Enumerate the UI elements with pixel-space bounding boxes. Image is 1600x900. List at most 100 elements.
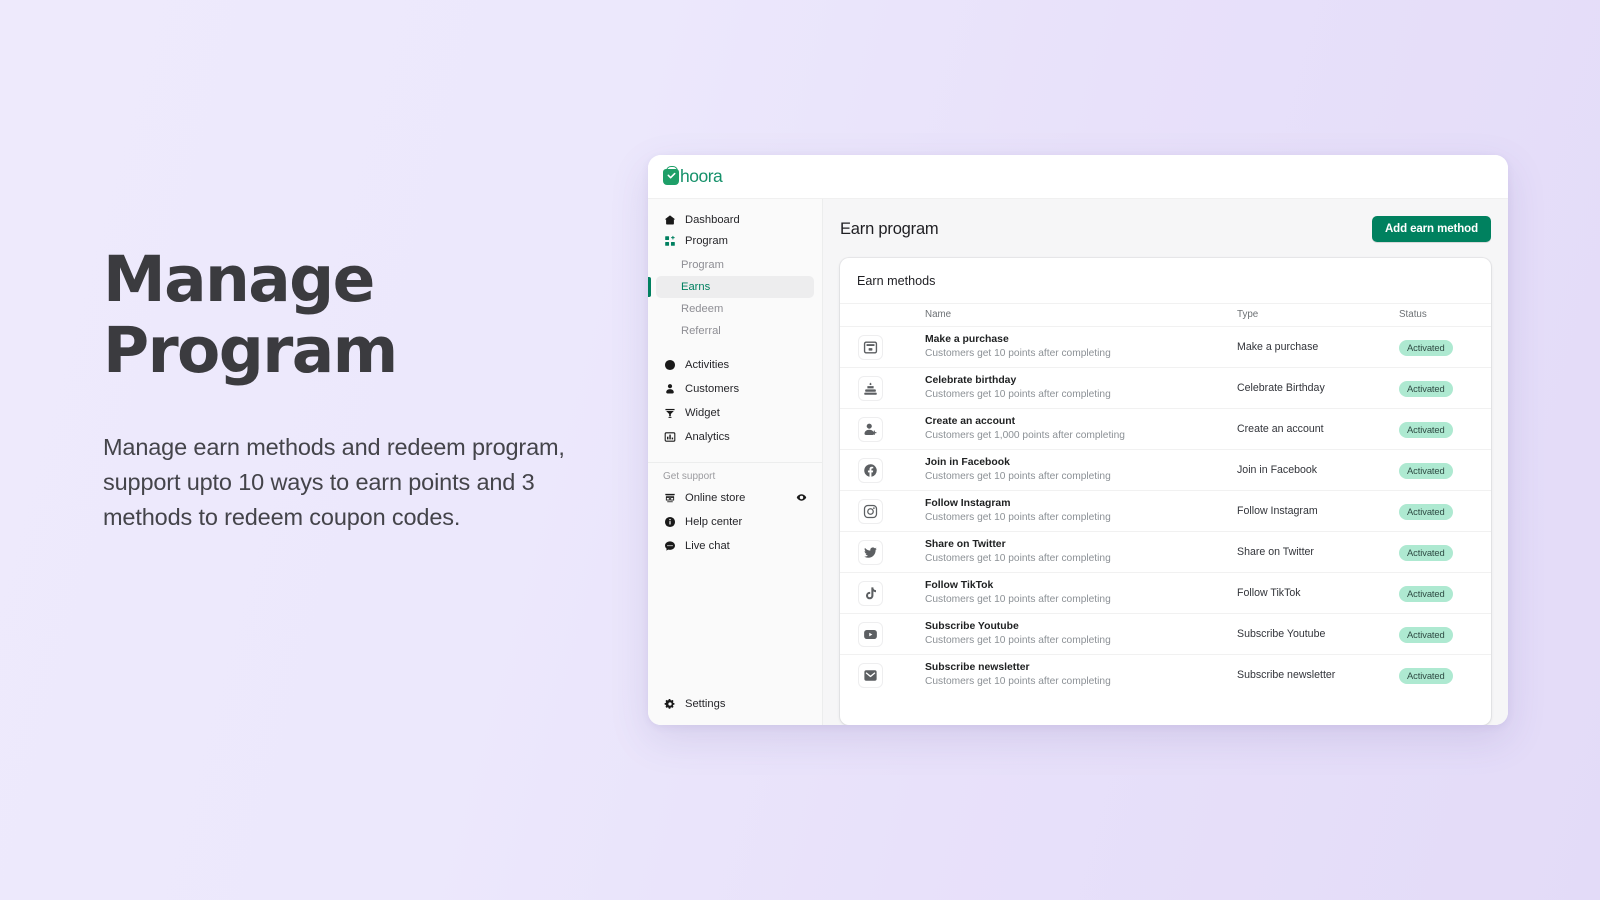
row-description: Customers get 10 points after completing	[925, 552, 1237, 566]
sidebar-subitem-label: Redeem	[681, 303, 723, 315]
row-type-cell: Follow Instagram	[1237, 491, 1399, 532]
sidebar-item-label: Help center	[685, 516, 742, 528]
row-type-cell: Celebrate Birthday	[1237, 368, 1399, 409]
row-type-cell: Create an account	[1237, 409, 1399, 450]
row-status-cell: Activated	[1399, 532, 1491, 573]
row-icon-cell	[840, 573, 925, 614]
widget-icon	[663, 406, 676, 419]
account-icon	[858, 417, 883, 442]
sidebar-subitem-label: Referral	[681, 325, 721, 337]
row-description: Customers get 10 points after completing	[925, 593, 1237, 607]
sidebar-item-label: Live chat	[685, 540, 730, 552]
column-header-icon	[840, 304, 925, 327]
row-description: Customers get 10 points after completing	[925, 675, 1237, 689]
brand-logo[interactable]: hoora	[663, 166, 722, 187]
row-type: Follow Instagram	[1237, 505, 1399, 517]
sidebar-subitem-earns[interactable]: Earns	[656, 276, 814, 298]
row-name: Create an account	[925, 415, 1237, 429]
promo-description: Manage earn methods and redeem program, …	[103, 430, 608, 534]
row-name-cell: Make a purchaseCustomers get 10 points a…	[925, 327, 1237, 368]
info-icon	[663, 515, 676, 528]
sidebar-item-dashboard[interactable]: Dashboard	[656, 209, 814, 230]
sidebar-item-program[interactable]: Program	[656, 230, 814, 251]
sidebar-subitem-program[interactable]: Program	[656, 254, 814, 276]
row-description: Customers get 10 points after completing	[925, 470, 1237, 484]
table-row[interactable]: Follow TikTokCustomers get 10 points aft…	[840, 573, 1491, 614]
row-status-cell: Activated	[1399, 491, 1491, 532]
table-header-row: Name Type Status	[840, 304, 1491, 327]
table-row[interactable]: Create an accountCustomers get 1,000 poi…	[840, 409, 1491, 450]
table-row[interactable]: Make a purchaseCustomers get 10 points a…	[840, 327, 1491, 368]
sidebar-item-widget[interactable]: Widget	[656, 402, 814, 423]
column-header-name: Name	[925, 304, 1237, 327]
row-name: Follow TikTok	[925, 579, 1237, 593]
sidebar-subitem-redeem[interactable]: Redeem	[656, 298, 814, 320]
row-type: Share on Twitter	[1237, 546, 1399, 558]
sidebar-support-group: Online store Help center Live chat	[648, 487, 822, 562]
row-name-cell: Share on TwitterCustomers get 10 points …	[925, 532, 1237, 573]
newsletter-icon	[858, 663, 883, 688]
row-status-cell: Activated	[1399, 655, 1491, 696]
table-row[interactable]: Follow InstagramCustomers get 10 points …	[840, 491, 1491, 532]
row-name-cell: Follow InstagramCustomers get 10 points …	[925, 491, 1237, 532]
main-header: Earn program Add earn method	[840, 199, 1491, 258]
table-row[interactable]: Celebrate birthdayCustomers get 10 point…	[840, 368, 1491, 409]
sidebar-item-help-center[interactable]: Help center	[656, 511, 814, 532]
row-type: Subscribe newsletter	[1237, 669, 1399, 681]
sidebar-item-live-chat[interactable]: Live chat	[656, 535, 814, 556]
row-status-cell: Activated	[1399, 614, 1491, 655]
table-row[interactable]: Join in FacebookCustomers get 10 points …	[840, 450, 1491, 491]
main-content: Earn program Add earn method Earn method…	[823, 199, 1508, 725]
column-header-status: Status	[1399, 304, 1491, 327]
row-icon-cell	[840, 409, 925, 450]
earn-methods-table: Name Type Status Make a purchaseCustomer…	[840, 303, 1491, 696]
row-status-cell: Activated	[1399, 573, 1491, 614]
sidebar-support-label: Get support	[648, 471, 822, 482]
row-name-cell: Join in FacebookCustomers get 10 points …	[925, 450, 1237, 491]
sidebar-subitem-referral[interactable]: Referral	[656, 320, 814, 342]
row-icon-cell	[840, 327, 925, 368]
sidebar-item-label: Widget	[685, 407, 720, 419]
sidebar-item-online-store[interactable]: Online store	[656, 487, 814, 508]
add-earn-method-button[interactable]: Add earn method	[1372, 216, 1491, 242]
row-name-cell: Create an accountCustomers get 1,000 poi…	[925, 409, 1237, 450]
grid-plus-icon	[663, 234, 676, 247]
table-row[interactable]: Share on TwitterCustomers get 10 points …	[840, 532, 1491, 573]
earn-methods-card: Earn methods Name Type Status Make a pur…	[840, 258, 1491, 725]
status-badge: Activated	[1399, 381, 1453, 398]
row-icon-cell	[840, 614, 925, 655]
hoora-bag-check-icon	[663, 169, 679, 185]
gear-icon	[663, 697, 676, 710]
row-name: Make a purchase	[925, 333, 1237, 347]
row-name-cell: Follow TikTokCustomers get 10 points aft…	[925, 573, 1237, 614]
sidebar: Dashboard Program Program Earns Redeem	[648, 199, 823, 725]
row-name-cell: Subscribe YoutubeCustomers get 10 points…	[925, 614, 1237, 655]
sidebar-item-label: Customers	[685, 383, 739, 395]
purchase-icon	[858, 335, 883, 360]
row-type: Create an account	[1237, 423, 1399, 435]
table-body: Make a purchaseCustomers get 10 points a…	[840, 327, 1491, 696]
sidebar-subitem-label: Earns	[681, 281, 710, 293]
table-row[interactable]: Subscribe YoutubeCustomers get 10 points…	[840, 614, 1491, 655]
store-icon	[663, 491, 676, 504]
table-head: Name Type Status	[840, 304, 1491, 327]
row-description: Customers get 10 points after completing	[925, 347, 1237, 361]
row-type-cell: Subscribe newsletter	[1237, 655, 1399, 696]
app-topbar: hoora	[648, 155, 1508, 199]
sidebar-item-customers[interactable]: Customers	[656, 378, 814, 399]
row-status-cell: Activated	[1399, 409, 1491, 450]
sidebar-divider	[648, 462, 822, 463]
row-type-cell: Subscribe Youtube	[1237, 614, 1399, 655]
row-name: Share on Twitter	[925, 538, 1237, 552]
row-name-cell: Subscribe newsletterCustomers get 10 poi…	[925, 655, 1237, 696]
sidebar-secondary-group: Activities Customers Widget	[648, 354, 822, 453]
sidebar-item-settings[interactable]: Settings	[656, 693, 814, 714]
sidebar-item-analytics[interactable]: Analytics	[656, 426, 814, 447]
sidebar-subitem-label: Program	[681, 259, 724, 271]
eye-icon[interactable]	[796, 492, 807, 503]
sidebar-item-activities[interactable]: Activities	[656, 354, 814, 375]
row-description: Customers get 10 points after completing	[925, 511, 1237, 525]
table-row[interactable]: Subscribe newsletterCustomers get 10 poi…	[840, 655, 1491, 696]
analytics-icon	[663, 430, 676, 443]
row-type: Join in Facebook	[1237, 464, 1399, 476]
